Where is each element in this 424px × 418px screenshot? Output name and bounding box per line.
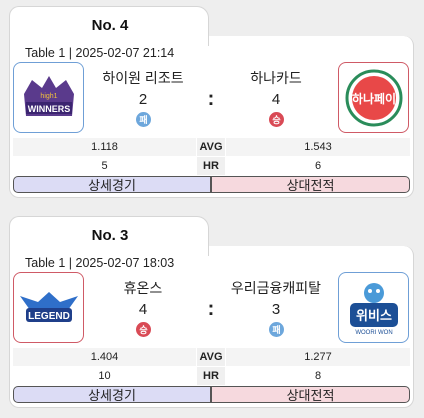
match-detail-button[interactable]: 상세경기 [13, 386, 211, 403]
away-team-logo[interactable]: 위비스 WOORI WON [338, 272, 409, 343]
stat-row-avg: 1.118 AVG 1.543 [13, 138, 410, 156]
match-meta: Table 1 | 2025-02-07 18:03 [25, 256, 175, 270]
svg-text:위비스: 위비스 [356, 309, 392, 324]
home-result-badge: 패 [136, 112, 151, 127]
home-team-name[interactable]: 하이원 리조트 [88, 68, 198, 88]
away-hr: 8 [314, 370, 322, 382]
stat-label: HR [197, 157, 225, 175]
match-detail-button[interactable]: 상세경기 [13, 176, 211, 193]
stat-label: AVG [197, 348, 225, 366]
svg-text:WINNERS: WINNERS [27, 104, 70, 114]
stat-row-hr: 5 HR 6 [13, 157, 410, 175]
wibees-logo-icon: 위비스 WOORI WON [349, 282, 398, 336]
match-card: No. 4 Table 1 | 2025-02-07 21:14 high1 W… [9, 6, 414, 198]
match-meta: Table 1 | 2025-02-07 21:14 [25, 46, 175, 60]
home-team-score: 4 [138, 301, 148, 318]
match-number: No. 3 [91, 227, 129, 244]
home-team-logo[interactable]: LEGEND [13, 272, 84, 343]
stat-label: HR [197, 367, 225, 385]
home-team-score: 2 [138, 91, 148, 108]
svg-text:하나페이: 하나페이 [351, 91, 395, 106]
hanapay-logo-icon: 하나페이 [345, 69, 402, 126]
head-to-head-button[interactable]: 상대전적 [211, 386, 410, 403]
home-result-badge: 승 [136, 322, 151, 337]
match-number-tab: No. 3 [9, 216, 209, 256]
svg-text:high1: high1 [40, 93, 57, 100]
svg-text:LEGEND: LEGEND [28, 311, 70, 322]
stat-row-avg: 1.404 AVG 1.277 [13, 348, 410, 366]
away-team-score: 4 [271, 91, 281, 108]
legend-logo-icon: LEGEND [19, 291, 78, 322]
home-team-logo[interactable]: high1 WINNERS [13, 62, 84, 133]
match-number: No. 4 [91, 17, 129, 34]
away-team-name[interactable]: 우리금융캐피탈 [221, 278, 331, 298]
home-avg: 1.118 [13, 138, 196, 156]
home-hr: 5 [101, 160, 108, 172]
away-team-name[interactable]: 하나카드 [221, 68, 331, 88]
away-hr: 6 [314, 160, 322, 172]
away-result-badge: 승 [269, 112, 284, 127]
svg-text:WOORI WON: WOORI WON [355, 330, 392, 336]
winners-logo-icon: high1 WINNERS [23, 75, 74, 116]
home-avg: 1.404 [13, 348, 196, 366]
score-separator: : [207, 298, 215, 320]
score-separator: : [207, 88, 215, 110]
away-team-score: 3 [271, 301, 281, 318]
head-to-head-button[interactable]: 상대전적 [211, 176, 410, 193]
away-avg: 1.277 [226, 348, 410, 366]
match-card: No. 3 Table 1 | 2025-02-07 18:03 LEGEND … [9, 216, 414, 408]
home-hr: 10 [98, 370, 111, 382]
stat-label: AVG [197, 138, 225, 156]
match-number-tab: No. 4 [9, 6, 209, 46]
away-team-logo[interactable]: 하나페이 [338, 62, 409, 133]
away-result-badge: 패 [269, 322, 284, 337]
stat-row-hr: 10 HR 8 [13, 367, 410, 385]
away-avg: 1.543 [226, 138, 410, 156]
home-team-name[interactable]: 휴온스 [88, 278, 198, 298]
